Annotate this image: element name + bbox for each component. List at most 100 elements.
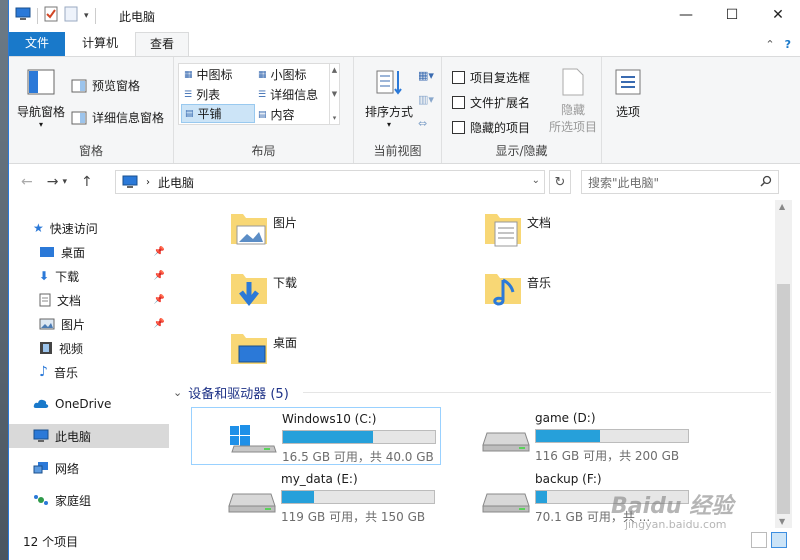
close-button[interactable]: ✕ xyxy=(755,0,800,30)
devices-section-header[interactable]: ⌄ 设备和驱动器 (5) xyxy=(173,382,771,402)
music-note-icon: ♪ xyxy=(39,364,48,380)
search-icon[interactable] xyxy=(760,175,772,190)
drive-usage-fill xyxy=(536,491,547,503)
pin-icon[interactable]: 📌 xyxy=(154,295,165,305)
sidebar-item-documents[interactable]: 文档 📌 xyxy=(9,288,169,312)
back-arrow-icon[interactable]: ← xyxy=(21,174,33,190)
recent-dropdown-icon[interactable]: ▾ xyxy=(62,177,67,190)
medium-icons-icon: ▦ xyxy=(184,69,193,80)
downloads-folder-icon xyxy=(231,274,267,307)
help-icon[interactable]: ? xyxy=(785,38,791,51)
options-button[interactable]: 选项 xyxy=(608,67,648,120)
breadcrumb-chevron-icon[interactable]: › xyxy=(146,177,150,188)
list-icon: ☰ xyxy=(184,89,193,100)
folder-pictures[interactable]: 图片 xyxy=(229,208,479,258)
pin-icon[interactable]: 📌 xyxy=(154,271,165,281)
preview-pane-button[interactable]: 预览窗格 xyxy=(71,77,140,94)
drive-usage-fill xyxy=(282,491,314,503)
address-dropdown-icon[interactable]: ⌄ xyxy=(532,175,540,186)
sort-by-button[interactable]: 排序方式 ▾ xyxy=(364,67,414,129)
sidebar-item-network[interactable]: 网络 xyxy=(9,456,169,480)
vertical-scrollbar[interactable]: ▲ ▼ xyxy=(775,200,792,528)
nav-pane-button[interactable]: 导航窗格 ▾ xyxy=(15,67,67,129)
sidebar-item-downloads[interactable]: ⬇ 下载 📌 xyxy=(9,264,169,288)
sidebar-item-music[interactable]: ♪ 音乐 xyxy=(9,360,169,384)
hard-drive-icon xyxy=(481,419,531,456)
tab-computer[interactable]: 计算机 xyxy=(65,32,135,56)
sidebar-item-this-pc[interactable]: 此电脑 xyxy=(9,424,169,448)
refresh-icon: ↻ xyxy=(554,174,566,190)
address-input[interactable]: › 此电脑 ⌄ xyxy=(115,170,545,194)
ribbon-tabs: 文件 计算机 查看 ⌃ ? xyxy=(9,30,800,56)
new-folder-icon[interactable] xyxy=(64,6,78,25)
item-checkbox-toggle[interactable]: 项目复选框 xyxy=(452,69,530,86)
details-view-toggle[interactable] xyxy=(751,532,767,548)
size-columns-icon[interactable]: ⇔ xyxy=(418,117,427,130)
drive-c[interactable]: Windows10 (C:) 16.5 GB 可用，共 40.0 GB xyxy=(191,407,441,465)
forward-arrow-icon[interactable]: → xyxy=(47,174,59,190)
up-arrow-icon[interactable]: ↑ xyxy=(81,174,93,190)
layout-details[interactable]: ☰ 详细信息 xyxy=(255,85,329,104)
scrollbar-thumb[interactable] xyxy=(777,284,790,514)
sort-icon xyxy=(376,70,402,95)
document-icon xyxy=(39,293,51,307)
layout-content[interactable]: ▤ 内容 xyxy=(255,105,329,124)
sidebar-item-onedrive[interactable]: OneDrive xyxy=(9,392,169,416)
layout-scroll[interactable]: ▲ ▼ ▾ xyxy=(329,64,339,124)
folder-music[interactable]: 音乐 xyxy=(483,268,733,318)
tab-file[interactable]: 文件 xyxy=(9,32,65,56)
homegroup-icon xyxy=(33,493,49,507)
folder-desktop[interactable]: 桌面 xyxy=(229,328,479,378)
customize-dropdown-icon[interactable]: ▾ xyxy=(84,11,89,21)
breadcrumb-this-pc[interactable]: 此电脑 xyxy=(158,174,194,191)
desktop-background xyxy=(0,0,8,560)
file-extension-toggle[interactable]: 文件扩展名 xyxy=(452,94,530,111)
layout-small-icons[interactable]: ▦ 小图标 xyxy=(255,65,329,84)
chevron-down-icon[interactable]: ⌄ xyxy=(173,386,182,399)
maximize-button[interactable]: ☐ xyxy=(709,0,755,30)
drive-usage-fill xyxy=(283,431,373,443)
folder-downloads[interactable]: 下载 xyxy=(229,268,479,318)
pin-icon[interactable]: 📌 xyxy=(154,247,165,257)
options-icon xyxy=(615,69,641,95)
tab-view[interactable]: 查看 xyxy=(135,32,189,56)
hide-selected-button[interactable]: 隐藏 所选项目 xyxy=(546,67,600,135)
sidebar-item-homegroup[interactable]: 家庭组 xyxy=(9,488,169,512)
scroll-down-icon[interactable]: ▼ xyxy=(779,517,785,526)
scroll-up-icon[interactable]: ▲ xyxy=(779,202,785,211)
details-pane-button[interactable]: 详细信息窗格 xyxy=(71,109,164,126)
folder-documents[interactable]: 文档 xyxy=(483,208,733,258)
ribbon-group-layout: ▦ 中图标 ▦ 小图标 ☰ 列表 ☰ 详细信息 ▤ 平铺 ▤ 内容 ▲ ▼ ▾ … xyxy=(174,57,354,163)
layout-tiles[interactable]: ▤ 平铺 xyxy=(181,104,255,123)
status-bar: 12 个项目 xyxy=(9,528,800,552)
search-input[interactable]: 搜索"此电脑" xyxy=(581,170,779,194)
pin-icon[interactable]: 📌 xyxy=(154,319,165,329)
sidebar-item-quick-access[interactable]: ★ 快速访问 xyxy=(9,216,169,240)
small-icons-icon: ▦ xyxy=(258,69,267,80)
hard-drive-icon xyxy=(481,480,531,517)
hide-file-icon xyxy=(562,68,584,96)
layout-medium-icons[interactable]: ▦ 中图标 xyxy=(181,65,255,84)
ribbon: 导航窗格 ▾ 预览窗格 详细信息窗格 窗格 ▦ 中图标 ▦ 小图标 ☰ 列表 ☰… xyxy=(9,56,800,164)
sidebar-item-desktop[interactable]: 桌面 📌 xyxy=(9,240,169,264)
file-extension-box[interactable] xyxy=(452,96,465,109)
refresh-button[interactable]: ↻ xyxy=(549,170,571,194)
sidebar-item-pictures[interactable]: 图片 📌 xyxy=(9,312,169,336)
hidden-items-toggle[interactable]: 隐藏的项目 xyxy=(452,119,530,136)
computer-icon xyxy=(15,7,31,24)
watermark-logo: Baidu 经验 xyxy=(611,494,734,519)
ribbon-collapse-icon[interactable]: ⌃ xyxy=(765,38,774,51)
layout-list[interactable]: ☰ 列表 xyxy=(181,85,255,104)
sidebar-item-videos[interactable]: 视频 xyxy=(9,336,169,360)
quick-access-toolbar: ▾ xyxy=(15,6,96,25)
item-checkbox-box[interactable] xyxy=(452,71,465,84)
hidden-items-box[interactable] xyxy=(452,121,465,134)
drive-d[interactable]: game (D:) 116 GB 可用，共 200 GB xyxy=(445,407,695,465)
properties-icon[interactable] xyxy=(44,6,58,25)
group-by-icon[interactable]: ▦▾ xyxy=(418,69,434,82)
add-columns-icon[interactable]: ▥▾ xyxy=(418,93,434,106)
minimize-button[interactable]: — xyxy=(663,0,709,30)
drive-e[interactable]: my_data (E:) 119 GB 可用，共 150 GB xyxy=(191,468,441,526)
computer-icon xyxy=(122,175,138,188)
tiles-view-toggle[interactable] xyxy=(771,532,787,548)
